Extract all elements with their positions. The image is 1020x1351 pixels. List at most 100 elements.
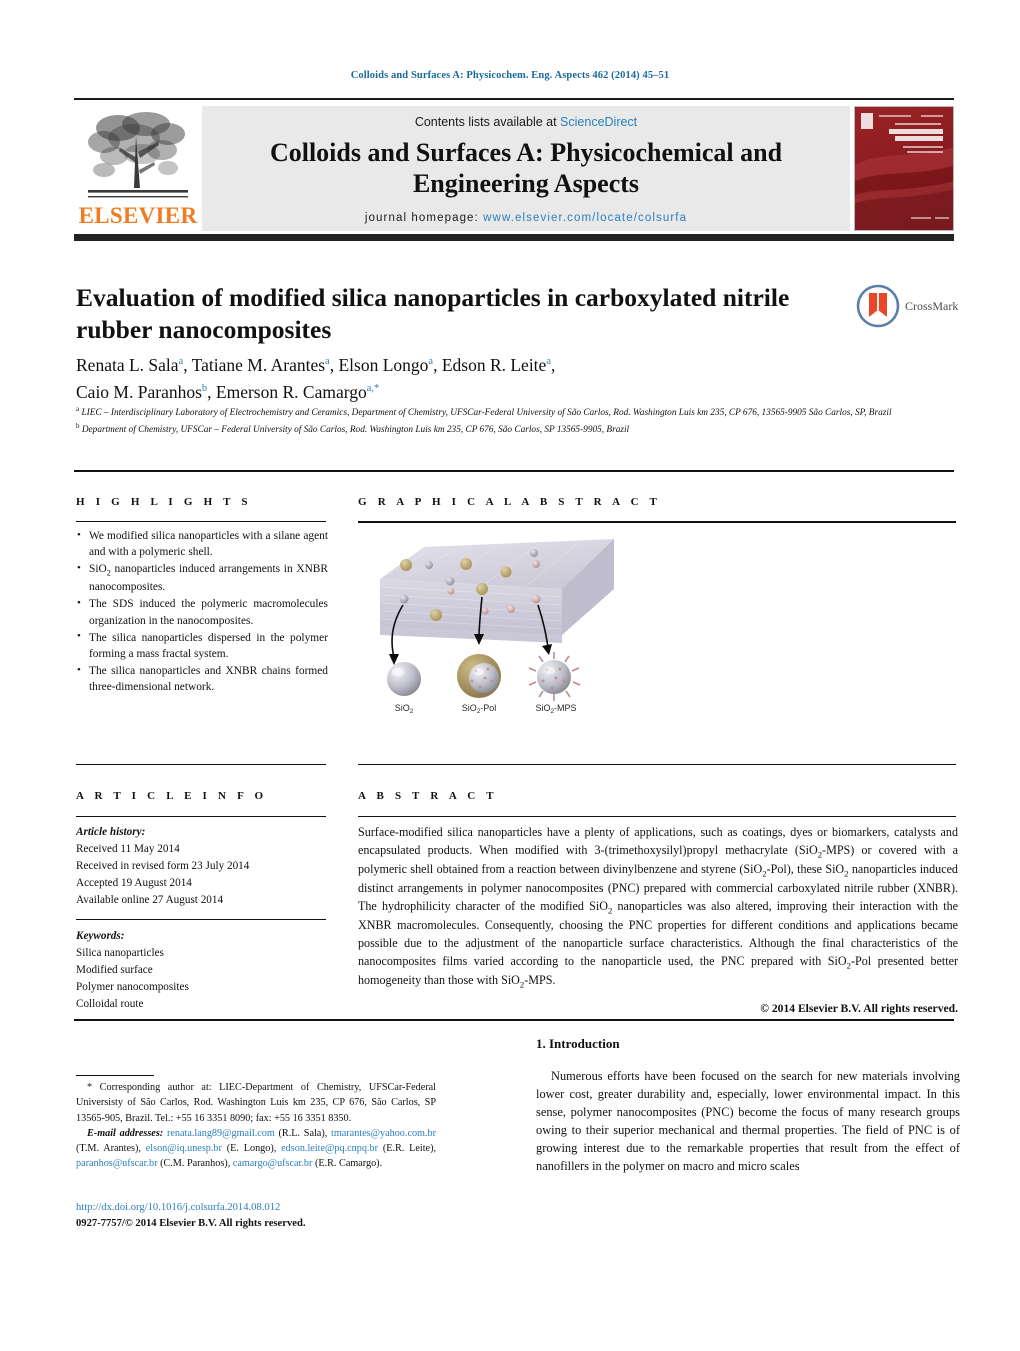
email-link[interactable]: paranhos@ufscar.br: [76, 1158, 158, 1169]
article-info-heading: A R T I C L E I N F O: [76, 790, 268, 802]
email-owner: (C.M. Paranhos): [160, 1158, 228, 1170]
author-name: Renata L. Sala: [76, 355, 179, 375]
list-item: The silica nanoparticles dispersed in th…: [77, 629, 328, 662]
email-owner: (R.L. Sala): [278, 1127, 325, 1139]
graphical-abstract-rule: [358, 521, 956, 523]
polymer-matrix-slab: [380, 539, 614, 643]
section-divider-top: [74, 470, 954, 472]
email-link[interactable]: renata.lang89@gmail.com: [167, 1128, 275, 1139]
article-history-item: Accepted 19 August 2014: [76, 877, 192, 890]
elsevier-tree-icon: [88, 112, 188, 198]
highlights-rule: [76, 521, 326, 523]
email-owner: (E.R. Camargo): [314, 1158, 380, 1170]
journal-homepage: journal homepage: www.elsevier.com/locat…: [365, 212, 687, 224]
graphical-abstract-heading: G R A P H I C A L A B S T R A C T: [358, 496, 662, 508]
callout-sio2-pol: [457, 654, 501, 698]
journal-header-center: Contents lists available at ScienceDirec…: [202, 106, 850, 231]
journal-title: Colloids and Surfaces A: Physicochemical…: [269, 138, 783, 198]
highlights-list: We modified silica nanoparticles with a …: [76, 527, 328, 697]
article-info-rule-bottom: [76, 816, 326, 818]
ga-label-sio2-mps: SiO2-MPS: [535, 703, 576, 713]
callout-sio2: [387, 662, 421, 696]
doi-link[interactable]: http://dx.doi.org/10.1016/j.colsurfa.201…: [76, 1200, 476, 1216]
email-owner: (E.R. Leite): [382, 1143, 434, 1155]
running-head: Colloids and Surfaces A: Physicochem. En…: [350, 70, 670, 81]
highlights-heading: H I G H L I G H T S: [76, 496, 252, 508]
sciencedirect-link[interactable]: ScienceDirect: [560, 115, 637, 129]
abstract-rule-top: [358, 764, 956, 766]
author-name: Edson R. Leite: [441, 355, 547, 375]
journal-cover-art: [855, 107, 953, 230]
callout-sio2-mps: [528, 652, 581, 701]
issn-copyright: 0927-7757/© 2014 Elsevier B.V. All right…: [76, 1217, 306, 1229]
introduction-paragraph: Numerous efforts have been focused on th…: [536, 1069, 960, 1173]
abstract-rule-bottom: [358, 816, 956, 818]
header-divider-bar: [74, 234, 954, 241]
keyword-item: Colloidal route: [76, 998, 144, 1011]
graphical-abstract-figure: SiO2 SiO2-Pol SiO2-MPS: [366, 531, 616, 715]
introduction-heading: 1. Introduction: [536, 1036, 620, 1051]
keyword-item: Modified surface: [76, 964, 153, 977]
crossmark-icon: [856, 284, 900, 328]
abstract-body: Surface-modified silica nanoparticles ha…: [358, 824, 958, 1017]
highlight-text: The SDS induced the polymeric macromolec…: [89, 598, 328, 627]
list-item: SiO2 nanoparticles induced arrangements …: [77, 561, 328, 595]
article-history-label: Article history:: [76, 826, 146, 838]
author-name: Emerson R. Camargo: [215, 382, 367, 403]
introduction-body: Numerous efforts have been focused on th…: [536, 1068, 960, 1176]
email-addresses-label: E-mail addresses:: [87, 1127, 164, 1139]
author-affil-mark[interactable]: a: [179, 356, 184, 367]
list-item: We modified silica nanoparticles with a …: [77, 527, 328, 560]
highlight-text: The silica nanoparticles and XNBR chains…: [89, 665, 328, 694]
list-item: The SDS induced the polymeric macromolec…: [77, 596, 328, 628]
section-divider-bottom: [74, 1019, 954, 1021]
doi-block: http://dx.doi.org/10.1016/j.colsurfa.201…: [76, 1200, 476, 1232]
affiliation-mark: a: [76, 405, 80, 413]
keyword-item: Polymer nanocomposites: [76, 981, 189, 994]
page-title: Evaluation of modified silica nanopartic…: [76, 283, 790, 345]
affiliation-text: Department of Chemistry, UFSCar – Federa…: [81, 424, 630, 435]
email-link[interactable]: elson@iq.unesp.br: [146, 1143, 222, 1154]
elsevier-logo: ELSEVIER: [74, 106, 202, 231]
highlight-text: The silica nanoparticles dispersed in th…: [89, 631, 328, 661]
author-name: Caio M. Paranhos: [76, 382, 202, 403]
homepage-label: journal homepage:: [364, 212, 479, 225]
author-affil-mark[interactable]: a: [428, 356, 433, 367]
journal-cover-image: [854, 106, 954, 231]
article-info-separator: [76, 919, 326, 921]
email-link[interactable]: tmarantes@yahoo.com.br: [331, 1128, 436, 1139]
author-affil-mark[interactable]: a: [325, 356, 330, 367]
footnote-block: * Corresponding author at: LIEC-Departme…: [76, 1080, 436, 1172]
footnote-rule: [76, 1075, 154, 1077]
article-history-item: Received in revised form 23 July 2014: [76, 860, 250, 873]
author-affil-mark[interactable]: a,*: [367, 383, 380, 394]
nanocomposite-diagram: SiO2 SiO2-Pol SiO2-MPS: [380, 539, 614, 715]
journal-header: ELSEVIER Contents lists available at Sci…: [74, 98, 954, 231]
homepage-url[interactable]: www.elsevier.com/locate/colsurfa: [483, 212, 687, 224]
email-owner: (T.M. Arantes): [76, 1143, 139, 1155]
email-link[interactable]: camargo@ufscar.br: [233, 1158, 313, 1169]
affiliations: a LIEC – Interdisciplinary Laboratory of…: [76, 404, 956, 437]
keyword-item: Silica nanoparticles: [76, 947, 164, 960]
contents-line: Contents lists available at ScienceDirec…: [415, 115, 637, 129]
crossmark-badge[interactable]: CrossMark: [856, 283, 960, 329]
email-link[interactable]: edson.leite@pq.cnpq.br: [281, 1143, 378, 1154]
article-info-rule-top: [76, 764, 326, 766]
affiliation-item: a LIEC – Interdisciplinary Laboratory of…: [76, 404, 956, 421]
list-item: The silica nanoparticles and XNBR chains…: [77, 663, 328, 695]
ga-label-sio2-pol: SiO2-Pol: [462, 703, 497, 713]
corresponding-author-note: * Corresponding author at: LIEC-Departme…: [76, 1082, 436, 1124]
article-history-item: Available online 27 August 2014: [76, 894, 224, 907]
author-name: Tatiane M. Arantes: [191, 355, 326, 375]
keywords-label: Keywords:: [76, 930, 125, 943]
ga-label-sio2: SiO2: [395, 703, 414, 713]
affiliation-mark: b: [76, 421, 80, 430]
elsevier-wordmark: ELSEVIER: [78, 203, 198, 228]
abstract-text: Surface-modified silica nanoparticles ha…: [358, 825, 958, 990]
email-owner: (E. Longo): [226, 1143, 274, 1155]
author-affil-mark[interactable]: b: [202, 383, 207, 394]
contents-prefix: Contents lists available at: [414, 115, 561, 129]
abstract-heading: A B S T R A C T: [358, 790, 498, 802]
article-history-item: Received 11 May 2014: [76, 843, 180, 856]
author-affil-mark[interactable]: a: [546, 356, 551, 367]
